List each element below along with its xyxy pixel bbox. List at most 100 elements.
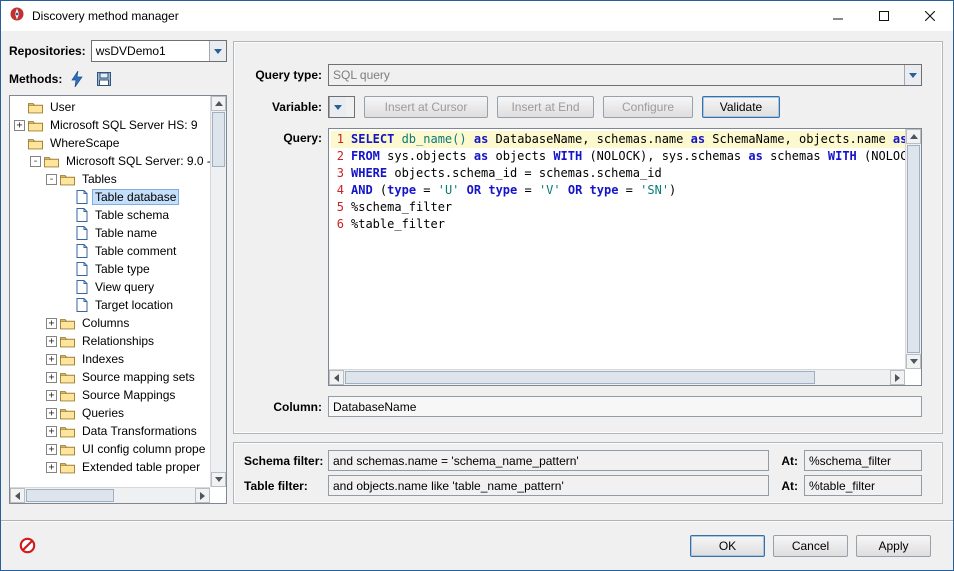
line-number: 1 bbox=[331, 131, 344, 148]
column-field[interactable]: DatabaseName bbox=[328, 396, 922, 417]
query-type-value: SQL query bbox=[329, 65, 904, 85]
minimize-button[interactable] bbox=[815, 1, 861, 31]
table-filter-value: and objects.name like 'table_name_patter… bbox=[333, 479, 564, 493]
ok-button[interactable]: OK bbox=[690, 535, 765, 557]
editor-vertical-scrollbar[interactable] bbox=[905, 129, 921, 369]
collapse-icon[interactable]: - bbox=[46, 174, 57, 185]
configure-button[interactable]: Configure bbox=[603, 96, 693, 118]
editor-horizontal-scrollbar[interactable] bbox=[329, 369, 905, 385]
tree-item-table-database[interactable]: Table database bbox=[10, 188, 210, 206]
scroll-up-button[interactable] bbox=[906, 129, 921, 144]
chevron-down-icon[interactable] bbox=[904, 65, 921, 85]
cancel-button[interactable]: Cancel bbox=[773, 535, 848, 557]
tree-item-microsoft-sql-server-9-0[interactable]: -Microsoft SQL Server: 9.0 - bbox=[10, 152, 210, 170]
footer: OK Cancel Apply bbox=[1, 520, 953, 570]
variable-combobox[interactable] bbox=[328, 96, 355, 118]
tree-item-columns[interactable]: +Columns bbox=[10, 314, 210, 332]
tree-item-wherescape[interactable]: WhereScape bbox=[10, 134, 210, 152]
query-type-label: Query type: bbox=[244, 68, 322, 82]
code-line-2[interactable]: 2FROM sys.objects as objects WITH (NOLOC… bbox=[331, 148, 905, 165]
expand-icon[interactable]: + bbox=[14, 120, 25, 131]
code-line-4[interactable]: 4AND (type = 'U' OR type = 'V' OR type =… bbox=[331, 182, 905, 199]
tree-item-tables[interactable]: - Tables bbox=[10, 170, 210, 188]
editor-vscroll-thumb[interactable] bbox=[907, 145, 920, 353]
insert-at-cursor-button[interactable]: Insert at Cursor bbox=[364, 96, 488, 118]
scroll-down-button[interactable] bbox=[906, 354, 921, 369]
tree-item-table-schema[interactable]: Table schema bbox=[10, 206, 210, 224]
schema-filter-label: Schema filter: bbox=[244, 454, 322, 468]
tree-item-user[interactable]: User bbox=[10, 98, 210, 116]
code-line-1[interactable]: 1SELECT db_name() as DatabaseName, schem… bbox=[331, 131, 905, 148]
code-line-3[interactable]: 3WHERE objects.schema_id = schemas.schem… bbox=[331, 165, 905, 182]
expand-icon[interactable]: + bbox=[46, 354, 57, 365]
tree-vertical-scrollbar[interactable] bbox=[210, 96, 226, 487]
chevron-down-icon[interactable] bbox=[329, 97, 346, 117]
tree-item-source-mapping-sets[interactable]: +Source mapping sets bbox=[10, 368, 210, 386]
tree-item-ui-config-column-prope[interactable]: +UI config column prope bbox=[10, 440, 210, 458]
tree-item-source-mappings[interactable]: +Source Mappings bbox=[10, 386, 210, 404]
editor-hscroll-thumb[interactable] bbox=[345, 371, 815, 384]
tree-horizontal-scrollbar[interactable] bbox=[10, 487, 210, 503]
filters-panel: Schema filter: and schemas.name = 'schem… bbox=[233, 442, 943, 504]
expand-icon[interactable]: + bbox=[46, 444, 57, 455]
table-at-field[interactable]: %table_filter bbox=[804, 475, 922, 496]
tree-view: User+Microsoft SQL Server HS: 9WhereScap… bbox=[10, 96, 210, 487]
scroll-right-button[interactable] bbox=[195, 488, 210, 503]
expand-icon[interactable]: + bbox=[46, 318, 57, 329]
document-icon bbox=[76, 226, 88, 240]
query-editor-content[interactable]: 1SELECT db_name() as DatabaseName, schem… bbox=[329, 129, 905, 369]
tree-item-view-query[interactable]: View query bbox=[10, 278, 210, 296]
validate-button[interactable]: Validate bbox=[702, 96, 780, 118]
expand-icon[interactable]: + bbox=[46, 462, 57, 473]
close-button[interactable] bbox=[907, 1, 953, 31]
table-filter-field[interactable]: and objects.name like 'table_name_patter… bbox=[328, 475, 769, 496]
document-icon bbox=[76, 280, 88, 294]
tree-item-relationships[interactable]: +Relationships bbox=[10, 332, 210, 350]
repositories-combobox[interactable]: wsDVDemo1 bbox=[91, 40, 227, 62]
maximize-button[interactable] bbox=[861, 1, 907, 31]
tree-hscroll-thumb[interactable] bbox=[26, 489, 114, 502]
tree-item-table-type[interactable]: Table type bbox=[10, 260, 210, 278]
scroll-left-button[interactable] bbox=[329, 370, 344, 385]
schema-at-field[interactable]: %schema_filter bbox=[804, 450, 922, 471]
query-type-combobox[interactable]: SQL query bbox=[328, 64, 922, 86]
expand-icon[interactable]: + bbox=[46, 426, 57, 437]
save-method-button[interactable] bbox=[94, 69, 114, 89]
expand-icon[interactable]: + bbox=[46, 390, 57, 401]
query-editor[interactable]: 1SELECT db_name() as DatabaseName, schem… bbox=[328, 128, 922, 386]
folder-icon bbox=[60, 389, 75, 402]
expand-icon[interactable]: + bbox=[46, 336, 57, 347]
code-line-6[interactable]: 6%table_filter bbox=[331, 216, 905, 233]
tree-item-queries[interactable]: +Queries bbox=[10, 404, 210, 422]
chevron-down-icon[interactable] bbox=[209, 41, 226, 61]
document-icon bbox=[76, 208, 88, 222]
expand-icon[interactable]: + bbox=[46, 372, 57, 383]
scroll-up-button[interactable] bbox=[211, 96, 226, 111]
tree-item-microsoft-sql-server-hs-9[interactable]: +Microsoft SQL Server HS: 9 bbox=[10, 116, 210, 134]
tree-item-extended-table-proper[interactable]: +Extended table proper bbox=[10, 458, 210, 476]
titlebar[interactable]: Discovery method manager bbox=[1, 1, 953, 31]
line-number: 5 bbox=[331, 199, 344, 216]
apply-button[interactable]: Apply bbox=[856, 535, 931, 557]
tree-item-table-name[interactable]: Table name bbox=[10, 224, 210, 242]
tree-item-label: User bbox=[47, 99, 78, 115]
code-line-5[interactable]: 5%schema_filter bbox=[331, 199, 905, 216]
refresh-methods-button[interactable] bbox=[67, 69, 87, 89]
tree-item-label: Tables bbox=[79, 171, 120, 187]
tree-item-table-comment[interactable]: Table comment bbox=[10, 242, 210, 260]
expand-icon[interactable]: + bbox=[46, 408, 57, 419]
folder-icon bbox=[60, 335, 75, 348]
folder-icon bbox=[60, 425, 75, 438]
tree-vscroll-thumb[interactable] bbox=[212, 112, 225, 167]
tree-item-data-transformations[interactable]: +Data Transformations bbox=[10, 422, 210, 440]
scroll-right-button[interactable] bbox=[890, 370, 905, 385]
document-icon bbox=[76, 190, 88, 204]
collapse-icon[interactable]: - bbox=[30, 156, 41, 167]
tree-item-target-location[interactable]: Target location bbox=[10, 296, 210, 314]
scroll-left-button[interactable] bbox=[10, 488, 25, 503]
scroll-down-button[interactable] bbox=[211, 472, 226, 487]
tree-item-indexes[interactable]: +Indexes bbox=[10, 350, 210, 368]
insert-at-end-button[interactable]: Insert at End bbox=[497, 96, 594, 118]
schema-at-label: At: bbox=[781, 454, 798, 468]
schema-filter-field[interactable]: and schemas.name = 'schema_name_pattern' bbox=[328, 450, 769, 471]
